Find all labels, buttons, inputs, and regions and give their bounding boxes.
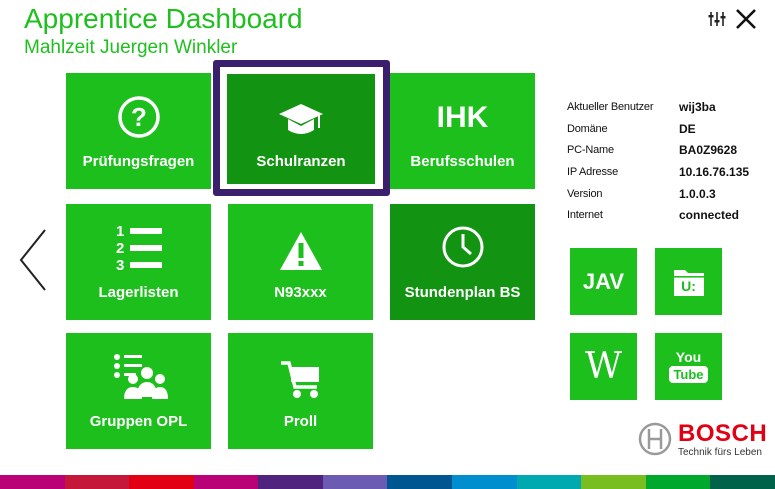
- youtube-shortcut-button[interactable]: You Tube: [655, 333, 722, 400]
- info-value: connected: [679, 208, 740, 223]
- wikipedia-shortcut-button[interactable]: W: [570, 333, 637, 400]
- window-controls: [707, 6, 759, 32]
- warning-icon: [228, 230, 373, 272]
- info-key: PC-Name: [567, 144, 614, 157]
- info-value: BA0Z9628: [679, 143, 738, 158]
- tile-label: Prüfungsfragen: [82, 153, 195, 170]
- previous-page-arrow-icon[interactable]: [18, 228, 48, 292]
- tile-selection-frame: [213, 60, 390, 196]
- tile-label: Gruppen OPL: [89, 413, 188, 430]
- tile-label: Lagerlisten: [98, 284, 179, 301]
- info-row-internet: Internet connected: [567, 204, 749, 226]
- tile-proll[interactable]: Proll: [228, 333, 373, 449]
- tile-label: N93xxx: [274, 284, 327, 301]
- bosch-logo: BOSCH Technik fürs Leben: [638, 422, 767, 458]
- svg-text:1: 1: [116, 223, 124, 240]
- brand-color-stripe: [0, 475, 775, 489]
- info-key: IP Adresse: [567, 165, 618, 178]
- drive-u-shortcut-button[interactable]: U:: [655, 248, 722, 315]
- clock-icon: [390, 224, 535, 270]
- info-value: wij3ba: [679, 99, 716, 114]
- shopping-cart-icon: [228, 357, 373, 401]
- jav-shortcut-button[interactable]: JAV: [570, 248, 637, 315]
- wikipedia-icon: W: [584, 346, 622, 387]
- greeting-subtitle: Mahlzeit Juergen Winkler: [24, 37, 238, 58]
- info-value: 10.16.76.135: [679, 164, 750, 179]
- info-value: 1.0.0.3: [679, 186, 716, 201]
- tile-label: Berufsschulen: [410, 153, 515, 170]
- bosch-wordmark: BOSCH: [678, 420, 768, 447]
- tile-label: Proll: [283, 413, 318, 430]
- svg-text:2: 2: [116, 240, 124, 257]
- tile-label: Stundenplan BS: [404, 284, 521, 301]
- info-key: Version: [567, 187, 603, 200]
- youtube-icon: You: [675, 349, 702, 365]
- group-people-icon: [66, 351, 211, 401]
- info-row-domain: Domäne DE: [567, 118, 749, 140]
- tile-berufsschulen[interactable]: IHK Berufsschulen: [390, 73, 535, 189]
- tile-n93xxx[interactable]: N93xxx: [228, 204, 373, 320]
- info-key: Internet: [567, 209, 603, 222]
- system-info-panel: Aktueller Benutzer wij3ba Domäne DE PC-N…: [567, 96, 749, 226]
- tile-stundenplan-bs[interactable]: Stundenplan BS: [390, 204, 535, 320]
- info-row-pc-name: PC-Name BA0Z9628: [567, 139, 749, 161]
- info-key: Domäne: [567, 122, 608, 135]
- app-title: Apprentice Dashboard: [24, 3, 303, 34]
- bosch-tagline: Technik fürs Leben: [678, 447, 762, 458]
- youtube-tube-label: Tube: [669, 366, 708, 383]
- svg-text:?: ?: [131, 102, 147, 132]
- info-row-version: Version 1.0.0.3: [567, 183, 749, 205]
- numbered-list-icon: 123: [66, 222, 211, 274]
- svg-text:3: 3: [116, 257, 124, 274]
- info-key: Aktueller Benutzer: [567, 100, 654, 113]
- tile-lagerlisten[interactable]: 123 Lagerlisten: [66, 204, 211, 320]
- drive-label: U:: [681, 278, 696, 294]
- info-value: DE: [679, 121, 696, 136]
- info-row-user: Aktueller Benutzer wij3ba: [567, 96, 749, 118]
- tile-pruefungsfragen[interactable]: ? Prüfungsfragen: [66, 73, 211, 189]
- settings-sliders-icon[interactable]: [707, 9, 727, 29]
- close-icon[interactable]: [733, 6, 759, 32]
- ihk-logo-text: IHK: [436, 101, 489, 134]
- jav-label: JAV: [582, 268, 625, 294]
- info-row-ip: IP Adresse 10.16.76.135: [567, 161, 749, 183]
- tile-gruppen-opl[interactable]: Gruppen OPL: [66, 333, 211, 449]
- question-circle-icon: ?: [66, 95, 211, 139]
- bosch-armature-icon: [638, 422, 672, 456]
